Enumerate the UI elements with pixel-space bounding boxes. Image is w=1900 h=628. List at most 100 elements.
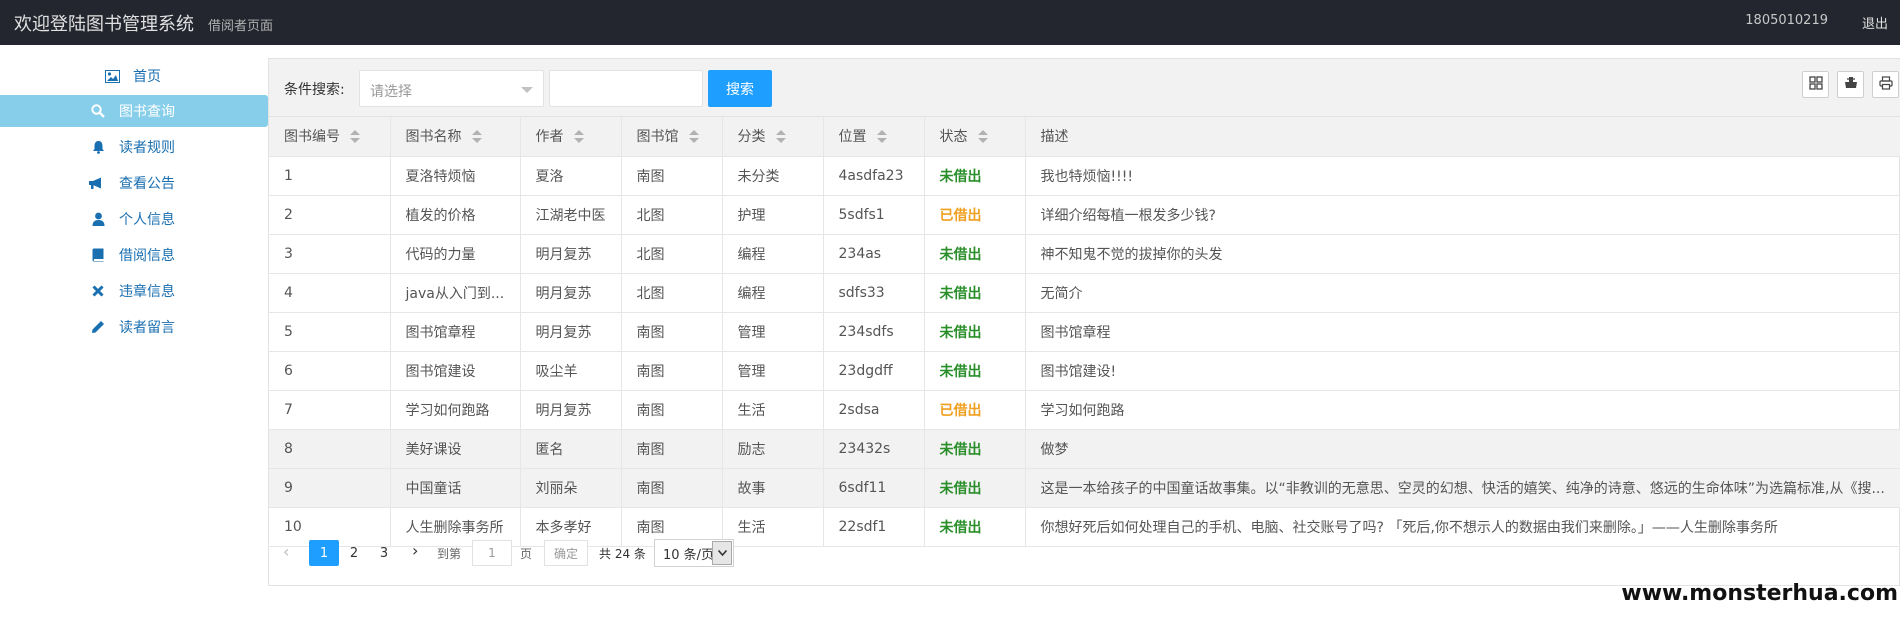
table-cell: 刘丽朵 bbox=[520, 468, 622, 508]
close-icon bbox=[90, 283, 106, 299]
table-row[interactable]: 2 植发的价格 江湖老中医 北图 护理 5sdfs1 已借出 详细介绍每植一根发多少钱? bbox=[269, 195, 1900, 235]
logout-link[interactable]: 退出 bbox=[1862, 13, 1888, 32]
print-icon bbox=[1878, 75, 1893, 94]
search-button[interactable]: 搜索 bbox=[708, 70, 772, 107]
table-cell: 这是一本给孩子的中国童话故事集。以“非教训的无意思、空灵的幻想、快活的嬉笑、纯净… bbox=[1025, 468, 1900, 508]
column-header[interactable]: 状态 bbox=[924, 117, 1026, 157]
total-count: 共 24 条 bbox=[599, 547, 646, 561]
user-icon bbox=[90, 211, 106, 227]
pagination: ‹ 1 2 3 › 到第 1 页 确定 共 24 条 10 条/页 bbox=[269, 527, 1900, 577]
status-badge: 未借出 bbox=[924, 312, 1026, 352]
prev-page-icon[interactable]: ‹ bbox=[283, 542, 289, 561]
table-row[interactable]: 4 java从入门到... 明月复苏 北图 编程 sdfs33 未借出 无简介 bbox=[269, 273, 1900, 313]
export-button[interactable] bbox=[1837, 71, 1864, 98]
column-header[interactable]: 图书馆 bbox=[621, 117, 723, 157]
table-cell: 代码的力量 bbox=[390, 234, 521, 274]
page-2[interactable]: 2 bbox=[339, 540, 369, 566]
select-placeholder: 请选择 bbox=[370, 84, 412, 100]
sort-icon[interactable] bbox=[876, 130, 887, 144]
status-badge: 未借出 bbox=[924, 468, 1026, 508]
page-unit-label: 页 bbox=[520, 547, 533, 561]
table-cell: 生活 bbox=[722, 390, 824, 430]
columns-icon bbox=[1808, 75, 1823, 94]
table-cell: 图书馆章程 bbox=[1025, 312, 1900, 352]
sidebar-item-violations[interactable]: 违章信息 bbox=[0, 275, 268, 307]
status-badge: 未借出 bbox=[924, 234, 1026, 274]
column-header[interactable]: 作者 bbox=[520, 117, 622, 157]
sort-icon[interactable] bbox=[977, 130, 988, 144]
next-page-icon[interactable]: › bbox=[412, 541, 418, 560]
column-header[interactable]: 图书编号 bbox=[269, 117, 391, 157]
app-subtitle: 借阅者页面 bbox=[208, 19, 274, 34]
app-title: 欢迎登陆图书管理系统 bbox=[14, 13, 194, 35]
sort-icon[interactable] bbox=[775, 130, 786, 144]
sidebar: 首页 图书查询 读者规则 查看公告 个人信息 借阅信息 违章信息 读者留言 bbox=[0, 45, 268, 628]
search-icon bbox=[90, 103, 106, 119]
status-badge: 未借出 bbox=[924, 273, 1026, 313]
table-cell: 9 bbox=[269, 468, 391, 508]
table-cell: 234sdfs bbox=[823, 312, 925, 352]
table-cell: 23dgdff bbox=[823, 351, 925, 391]
sidebar-item-borrow-info[interactable]: 借阅信息 bbox=[0, 239, 268, 271]
column-header[interactable]: 图书名称 bbox=[390, 117, 521, 157]
sort-icon[interactable] bbox=[471, 130, 482, 144]
sort-icon[interactable] bbox=[350, 130, 360, 144]
status-badge: 未借出 bbox=[924, 429, 1026, 469]
print-button[interactable] bbox=[1872, 71, 1899, 98]
table-cell: 详细介绍每植一根发多少钱? bbox=[1025, 195, 1900, 235]
books-table: 图书编号 图书名称 作者 图书馆 分类 位置 状态 描述 1 夏洛特烦恼 夏洛 南图未… bbox=[269, 117, 1900, 547]
sidebar-item-profile[interactable]: 个人信息 bbox=[0, 203, 268, 235]
sort-icon[interactable] bbox=[688, 130, 699, 144]
main-panel: 条件搜索: 请选择 搜索 图书编号 图书名称 作者 图书馆 分类 位置 状态 描… bbox=[268, 58, 1900, 586]
sidebar-item-label: 借阅信息 bbox=[119, 248, 175, 264]
table-row[interactable]: 9 中国童话 刘丽朵 南图 故事 6sdf11 未借出 这是一本给孩子的中国童话故事集。以“非… bbox=[269, 468, 1900, 508]
table-cell: 明月复苏 bbox=[520, 234, 622, 274]
page-1[interactable]: 1 bbox=[309, 540, 339, 566]
column-header[interactable]: 位置 bbox=[823, 117, 925, 157]
sidebar-item-reader-rules[interactable]: 读者规则 bbox=[0, 131, 268, 163]
page-3[interactable]: 3 bbox=[369, 540, 399, 566]
table-cell: sdfs33 bbox=[823, 273, 925, 313]
table-cell: 无简介 bbox=[1025, 273, 1900, 313]
sidebar-item-announcements[interactable]: 查看公告 bbox=[0, 167, 268, 199]
table-cell: 编程 bbox=[722, 234, 824, 274]
table-cell: 未分类 bbox=[722, 156, 824, 196]
table-row[interactable]: 7 学习如何跑路 明月复苏 南图 生活 2sdsa 已借出 学习如何跑路 bbox=[269, 390, 1900, 430]
user-id[interactable]: 1805010219 bbox=[1745, 13, 1828, 28]
table-cell: 23432s bbox=[823, 429, 925, 469]
table-row[interactable]: 5 图书馆章程 明月复苏 南图 管理 234sdfs 未借出 图书馆章程 bbox=[269, 312, 1900, 352]
table-cell: 江湖老中医 bbox=[520, 195, 622, 235]
table-cell: 神不知鬼不觉的拔掉你的头发 bbox=[1025, 234, 1900, 274]
table-cell: 2sdsa bbox=[823, 390, 925, 430]
table-cell: java从入门到... bbox=[390, 273, 521, 313]
top-header: 欢迎登陆图书管理系统 借阅者页面 1805010219 退出 bbox=[0, 0, 1900, 45]
table-row[interactable]: 1 夏洛特烦恼 夏洛 南图 未分类 4asdfa23 未借出 我也特烦恼!!!! bbox=[269, 156, 1900, 196]
table-cell: 南图 bbox=[621, 351, 723, 391]
table-cell: 护理 bbox=[722, 195, 824, 235]
goto-page-input[interactable]: 1 bbox=[472, 540, 512, 566]
goto-confirm-button[interactable]: 确定 bbox=[544, 540, 588, 566]
table-cell: 6sdf11 bbox=[823, 468, 925, 508]
bell-icon bbox=[90, 139, 106, 155]
status-badge: 未借出 bbox=[924, 351, 1026, 391]
table-row[interactable]: 8 美好课设 匿名 南图 励志 23432s 未借出 做梦 bbox=[269, 429, 1900, 469]
table-cell: 南图 bbox=[621, 429, 723, 469]
columns-button[interactable] bbox=[1802, 71, 1829, 98]
sort-icon[interactable] bbox=[573, 130, 584, 144]
table-cell: 1 bbox=[269, 156, 391, 196]
search-field-select[interactable]: 请选择 bbox=[359, 70, 544, 107]
sidebar-item-home[interactable]: 首页 bbox=[0, 60, 268, 92]
table-cell: 图书馆建设! bbox=[1025, 351, 1900, 391]
table-cell: 234as bbox=[823, 234, 925, 274]
sidebar-item-label: 读者规则 bbox=[119, 140, 175, 156]
search-input[interactable] bbox=[549, 70, 703, 107]
sidebar-item-label: 查看公告 bbox=[119, 176, 175, 192]
sidebar-item-book-search[interactable]: 图书查询 bbox=[0, 95, 268, 127]
page-size-select[interactable]: 10 条/页 bbox=[654, 539, 734, 567]
column-header[interactable]: 分类 bbox=[722, 117, 824, 157]
table-row[interactable]: 3 代码的力量 明月复苏 北图 编程 234as 未借出 神不知鬼不觉的拔掉你的头发 bbox=[269, 234, 1900, 274]
table-cell: 做梦 bbox=[1025, 429, 1900, 469]
sidebar-item-messages[interactable]: 读者留言 bbox=[0, 311, 268, 343]
table-row[interactable]: 6 图书馆建设 吸尘羊 南图 管理 23dgdff 未借出 图书馆建设! bbox=[269, 351, 1900, 391]
table-cell: 学习如何跑路 bbox=[390, 390, 521, 430]
